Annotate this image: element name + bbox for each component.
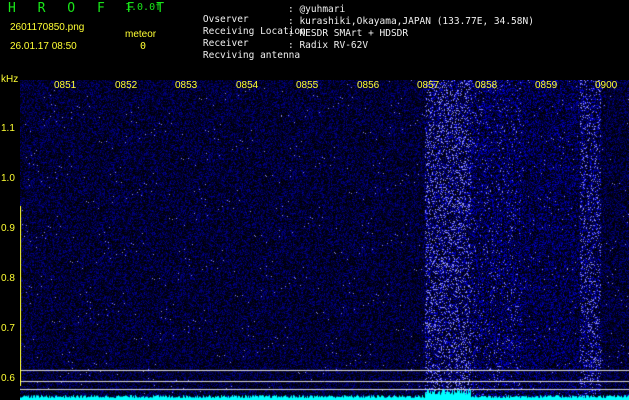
info-value: : Radix RV-62V bbox=[288, 40, 369, 51]
time-tick-label: 0856 bbox=[357, 80, 380, 91]
y-tick-label: 0.6 bbox=[1, 373, 15, 384]
time-tick-label: 0853 bbox=[175, 80, 198, 91]
time-tick-label: 0855 bbox=[296, 80, 319, 91]
info-row-antenna: Recviving antenna: Radix RV-62V bbox=[180, 41, 368, 70]
spectrogram-waterfall bbox=[20, 80, 629, 400]
capture-datetime: 26.01.17 08:50 bbox=[10, 41, 77, 52]
meteor-label: meteor bbox=[125, 29, 157, 40]
info-value: : kurashiki,Okayama,JAPAN (133.77E, 34.5… bbox=[288, 16, 534, 27]
time-tick-label: 0858 bbox=[475, 80, 498, 91]
info-value: : NESDR SMArt + HDSDR bbox=[288, 28, 409, 39]
time-tick-label: 0900 bbox=[595, 80, 618, 91]
y-tick-label: 1.0 bbox=[1, 173, 15, 184]
meteor-count: 0 bbox=[140, 41, 147, 52]
app-version: 1.0.0f bbox=[125, 2, 162, 13]
y-tick-label: 0.9 bbox=[1, 223, 15, 234]
y-tick-label: 0.7 bbox=[1, 323, 15, 334]
time-tick-label: 0859 bbox=[535, 80, 558, 91]
time-tick-label: 0852 bbox=[115, 80, 138, 91]
file-name: 2601170850.png bbox=[10, 22, 85, 33]
time-tick-label: 0857 bbox=[417, 80, 440, 91]
info-label: Recviving antenna bbox=[202, 49, 301, 61]
time-tick-label: 0854 bbox=[236, 80, 259, 91]
info-value: : @yuhmari bbox=[288, 4, 346, 15]
time-tick-label: 0851 bbox=[54, 80, 77, 91]
header-panel: H R O F F T 1.0.0f 2601170850.png meteor… bbox=[0, 0, 629, 80]
y-tick-label: 0.8 bbox=[1, 273, 15, 284]
y-tick-label: 1.1 bbox=[1, 123, 15, 134]
y-axis-unit: kHz bbox=[1, 74, 19, 85]
